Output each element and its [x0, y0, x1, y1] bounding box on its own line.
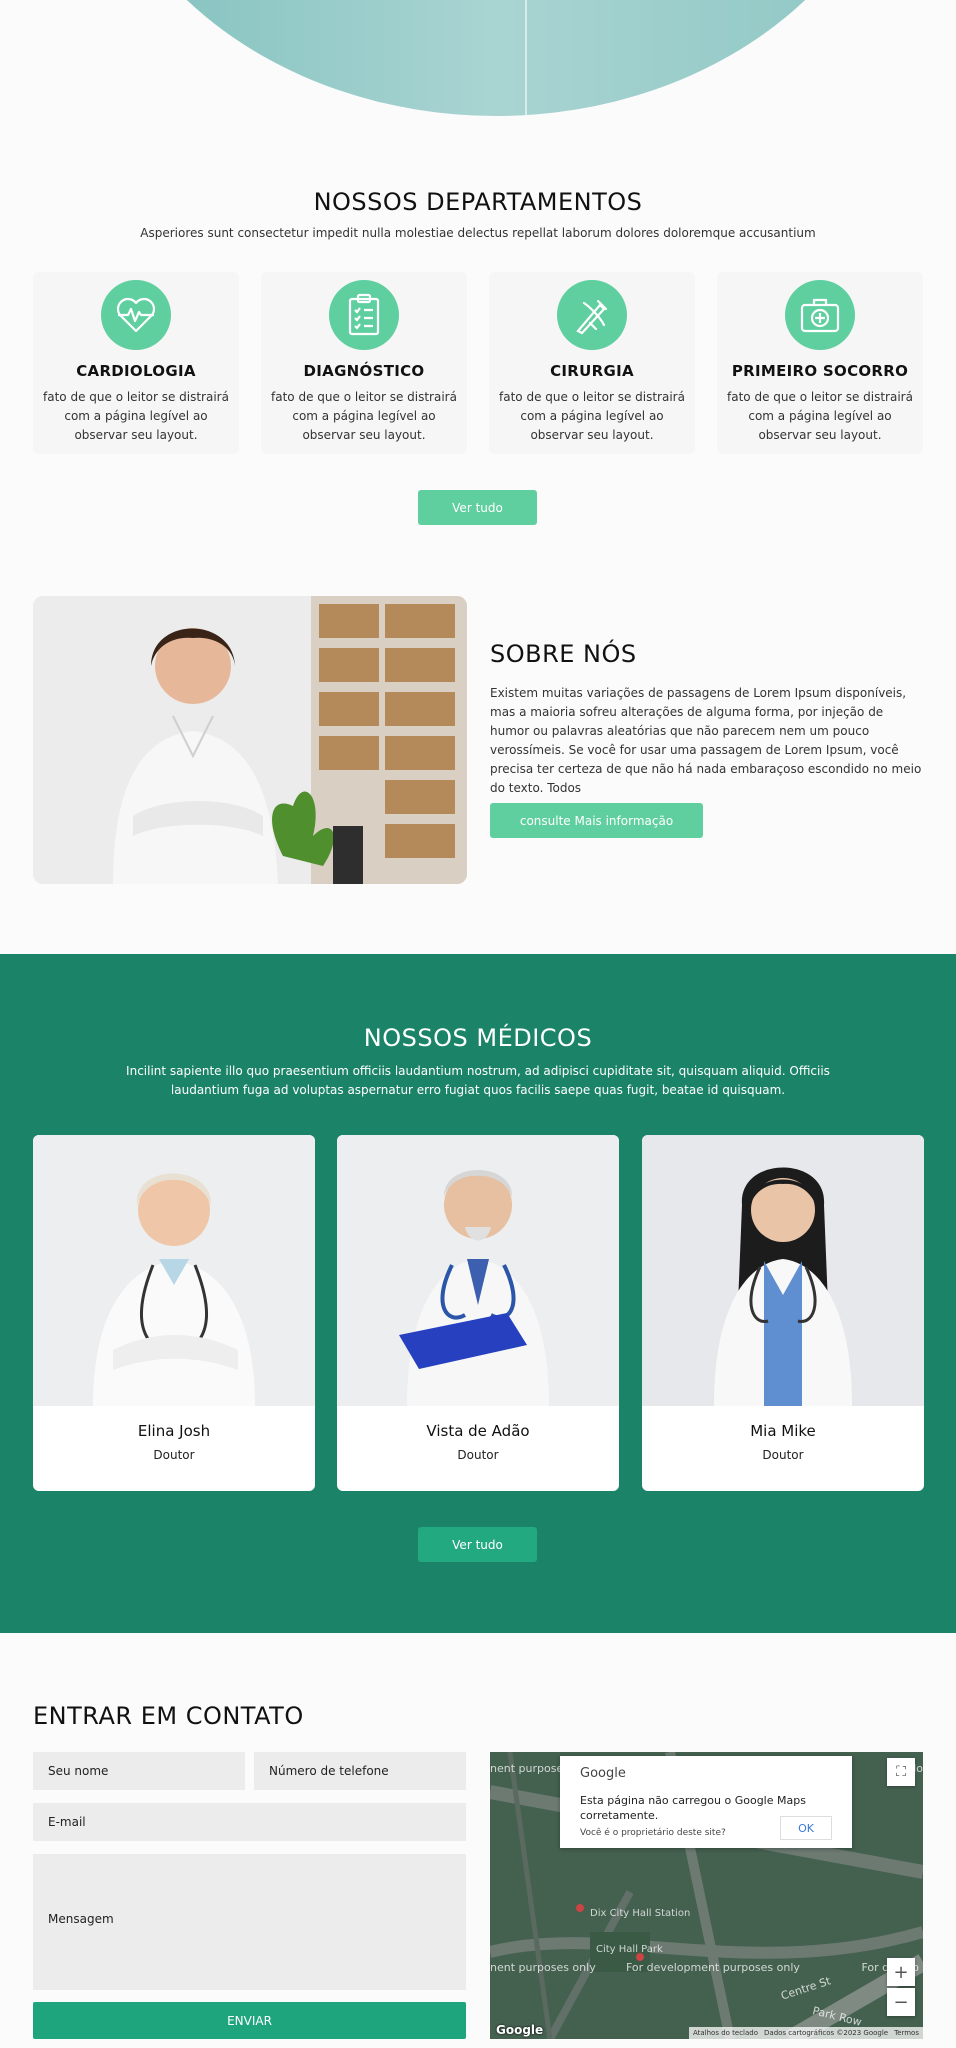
keyboard-shortcuts-link[interactable]: Atalhos do teclado	[693, 2029, 758, 2037]
department-desc: fato de que o leitor se distrairá com a …	[727, 390, 913, 442]
google-logo: Google	[580, 1766, 626, 1781]
about-more-info-button[interactable]: consulte Mais informação	[490, 803, 703, 838]
send-button[interactable]: ENVIAR	[33, 2002, 466, 2039]
departments-subtitle: Asperiores sunt consectetur impedit null…	[140, 226, 816, 240]
about-title: SOBRE NÓS	[490, 640, 637, 668]
name-field[interactable]	[33, 1752, 245, 1790]
about-doctor-image	[33, 596, 467, 884]
doctors-title: NOSSOS MÉDICOS	[363, 1024, 593, 1052]
fullscreen-icon[interactable]: ⛶	[887, 1758, 915, 1786]
doctors-view-all-button[interactable]: Ver tudo	[418, 1527, 537, 1562]
first-aid-icon	[785, 280, 855, 350]
map-place-label: City Hall Park	[596, 1944, 663, 1955]
department-card-diagnostic[interactable]: DIAGNÓSTICO fato de que o leitor se dist…	[261, 272, 467, 454]
departments-view-all-button[interactable]: Ver tudo	[418, 490, 537, 525]
doctor-role: Doutor	[153, 1448, 195, 1462]
surgery-icon	[557, 280, 627, 350]
map-data-credit: Dados cartográficos ©2023 Google	[764, 2029, 889, 2037]
doctor-role: Doutor	[457, 1448, 499, 1462]
terms-link[interactable]: Termos	[894, 2029, 919, 2037]
department-desc: fato de que o leitor se distrairá com a …	[271, 390, 457, 442]
doctor-role: Doutor	[762, 1448, 804, 1462]
department-name: CIRURGIA	[550, 362, 634, 380]
about-text: Existem muitas variações de passagens de…	[490, 686, 922, 795]
department-name: PRIMEIRO SOCORRO	[731, 362, 909, 380]
hero-banner-curve	[0, 0, 956, 120]
department-card-first-aid[interactable]: PRIMEIRO SOCORRO fato de que o leitor se…	[717, 272, 923, 454]
phone-field[interactable]	[254, 1752, 466, 1790]
zoom-out-icon[interactable]: −	[887, 1988, 915, 2016]
department-card-cardiology[interactable]: CARDIOLOGIA fato de que o leitor se dist…	[33, 272, 239, 454]
map-place-label: Dix City Hall Station	[590, 1908, 691, 1919]
doctor-card[interactable]: Mia Mike Doutor	[642, 1135, 924, 1491]
map-error-dialog: Google Esta página não carregou o Google…	[560, 1756, 852, 1848]
doctor-card[interactable]: Elina Josh Doutor	[33, 1135, 315, 1491]
map-dev-watermark: For development purposes only	[626, 1961, 800, 1974]
doctors-subtitle: Incilint sapiente illo quo praesentium o…	[126, 1064, 830, 1097]
clipboard-icon	[329, 280, 399, 350]
department-desc: fato de que o leitor se distrairá com a …	[43, 390, 229, 442]
doctor-photo	[337, 1135, 619, 1406]
google-map[interactable]: nent purposes evelo nent purposes only F…	[490, 1752, 923, 2039]
map-footer: Atalhos do teclado Dados cartográficos ©…	[688, 2027, 923, 2039]
doctor-name: Elina Josh	[137, 1422, 211, 1440]
map-owner-link[interactable]: Você é o proprietário deste site?	[580, 1828, 726, 1838]
google-map-logo: Google	[496, 2023, 544, 2037]
departments-title: NOSSOS DEPARTAMENTOS	[313, 188, 643, 216]
message-field[interactable]	[33, 1854, 466, 1990]
doctor-photo	[33, 1135, 315, 1406]
heartbeat-icon	[101, 280, 171, 350]
department-desc: fato de que o leitor se distrairá com a …	[499, 390, 685, 442]
doctor-card[interactable]: Vista de Adão Doutor	[337, 1135, 619, 1491]
hero-fold	[525, 0, 527, 116]
contact-title: ENTRAR EM CONTATO	[33, 1702, 304, 1730]
doctor-photo	[642, 1135, 924, 1406]
doctor-name: Mia Mike	[750, 1422, 816, 1440]
department-name: CARDIOLOGIA	[76, 362, 196, 380]
department-name: DIAGNÓSTICO	[303, 362, 425, 380]
department-card-surgery[interactable]: CIRURGIA fato de que o leitor se distrai…	[489, 272, 695, 454]
doctor-name: Vista de Adão	[426, 1422, 530, 1440]
zoom-in-icon[interactable]: +	[887, 1958, 915, 1986]
map-ok-button[interactable]: OK	[780, 1816, 832, 1840]
hero-shape	[86, 0, 906, 116]
email-field[interactable]	[33, 1803, 466, 1841]
